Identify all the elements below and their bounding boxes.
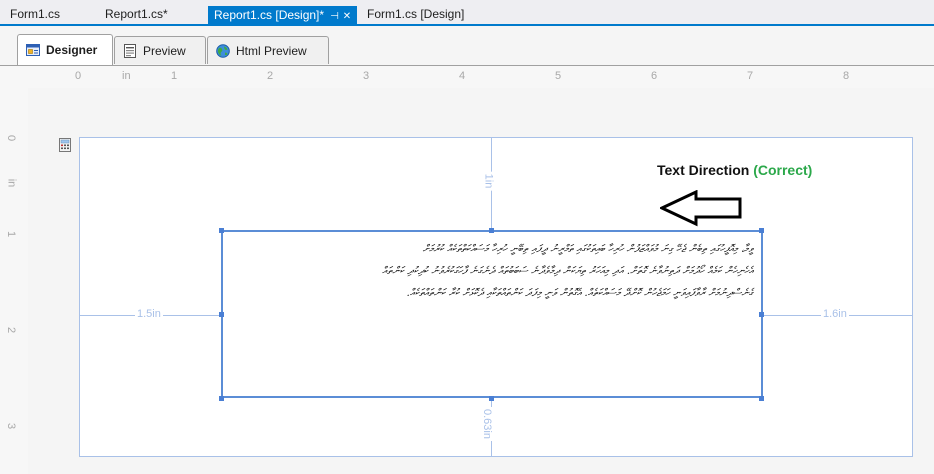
bottom-margin-label: 0.63in [480,407,493,441]
resize-handle[interactable] [489,396,494,401]
tab-html-preview[interactable]: Html Preview [207,36,329,64]
tab-designer[interactable]: Designer [17,34,113,65]
resize-handle[interactable] [759,228,764,233]
ruler-unit-label: in [122,70,131,82]
tab-label: Report1.cs* [105,7,168,21]
globe-icon [216,43,230,58]
ruler-number: 1 [5,230,18,238]
resize-handle[interactable] [489,228,494,233]
tab-label: Form1.cs [Design] [367,7,465,21]
top-margin-label: 1in [482,171,495,191]
textbox-line: ގެނެސްދިނުމަށް ރާވާފައިވަނީ ހަމަޖެހުން ކ… [406,287,753,299]
ruler-number: 3 [5,422,18,430]
ruler-number: 1 [171,70,178,82]
horizontal-ruler: 0 in 1 2 3 4 5 6 7 8 [28,66,934,89]
textbox-line: ވީމާ، މިއޮފީހުގައި ތިބެން ޖެހޭ ގިނަ މުވަ… [422,243,753,255]
tab-html-preview-label: Html Preview [236,43,307,58]
resize-handle[interactable] [219,312,224,317]
resize-handle[interactable] [219,396,224,401]
ruler-number: 4 [459,70,466,82]
ruler-unit-label: in [5,178,18,188]
resize-handle[interactable] [759,396,764,401]
right-margin-label: 1.6in [821,308,849,320]
textbox-line: އެހެނިހެން ކަމެއް ހޯދުމަށް ދަތިނުވާނެ ގޮ… [382,265,753,277]
tab-report1-design[interactable]: Report1.cs [Design]* ⊣ ✕ [208,6,358,24]
vertical-ruler: 0 in 1 2 3 [0,88,29,474]
designer-view-tabs: Designer Preview Html Preview [0,26,934,66]
tab-preview[interactable]: Preview [114,36,206,64]
pin-icon[interactable]: ⊣ [330,11,339,22]
preview-icon [124,43,136,58]
ruler-number: 2 [5,326,18,334]
annotation-status: (Correct) [753,162,813,178]
left-margin-label: 1.5in [135,308,163,320]
ruler-number: 2 [267,70,274,82]
tab-label: Report1.cs [Design]* [214,8,325,22]
ruler-number: 0 [5,134,18,142]
tab-form1-cs[interactable]: Form1.cs [4,4,66,24]
annotation: Text Direction (Correct) [657,162,812,178]
tab-label: Form1.cs [10,7,61,21]
document-tab-strip: Form1.cs Report1.cs* Report1.cs [Design]… [0,0,934,26]
resize-handle[interactable] [759,312,764,317]
ruler-number: 6 [651,70,658,82]
tab-report1-cs[interactable]: Report1.cs* [99,4,174,24]
ruler-corner [0,66,28,88]
close-icon[interactable]: ✕ [343,11,351,22]
tab-designer-label: Designer [46,43,98,57]
ruler-number: 7 [747,70,754,82]
report-textbox[interactable]: ވީމާ، މިއޮފީހުގައި ތިބެން ޖެހޭ ގިނަ މުވަ… [221,230,763,398]
ruler-number: 5 [555,70,562,82]
designer-icon [26,44,40,56]
ruler-number: 0 [75,70,82,82]
ruler-number: 3 [363,70,370,82]
tab-preview-label: Preview [143,43,186,58]
annotation-label: Text Direction [657,162,750,178]
resize-handle[interactable] [219,228,224,233]
ruler-number: 8 [843,70,850,82]
left-arrow-icon [660,190,742,227]
calculator-icon[interactable] [59,138,71,152]
tab-form1-design[interactable]: Form1.cs [Design] [361,4,470,24]
